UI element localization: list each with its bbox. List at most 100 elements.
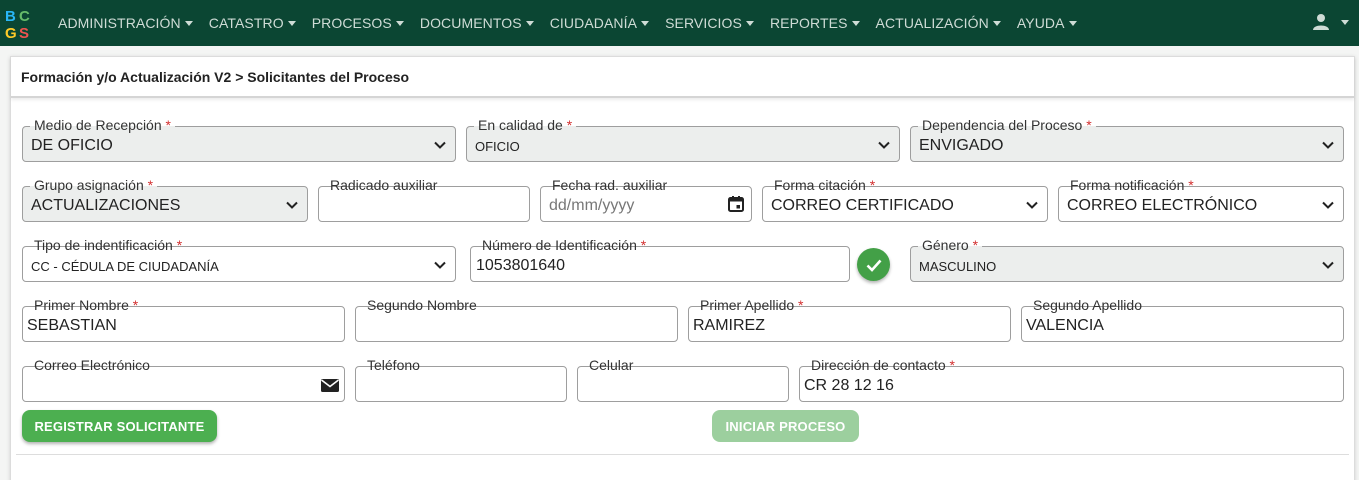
caret-down-icon: [641, 20, 650, 26]
envelope-icon: [321, 379, 339, 392]
field-value: OFICIO: [475, 139, 520, 154]
main-menu: ADMINISTRACIÓN CATASTRO PROCESOS DOCUMEN…: [58, 0, 1093, 46]
breadcrumb: Formación y/o Actualización V2 > Solicit…: [11, 57, 1354, 98]
caret-down-icon: [745, 20, 754, 26]
field-label: Grupo asignación *: [30, 176, 158, 194]
celular-input[interactable]: Celular: [577, 356, 789, 402]
field-value: CORREO CERTIFICADO: [771, 197, 954, 214]
field-label: En calidad de *: [474, 116, 577, 134]
field-value: MASCULINO: [919, 259, 997, 274]
menu-label: AYUDA: [1016, 15, 1065, 31]
caret-down-icon: [525, 20, 534, 26]
caret-down-icon: [1068, 20, 1077, 26]
field-placeholder: dd/mm/yyyy: [549, 197, 635, 214]
field-label: Radicado auxiliar: [326, 176, 442, 194]
menu-label: DOCUMENTOS: [419, 15, 522, 31]
field-value: DE OFICIO: [31, 137, 113, 154]
field-label: Dirección de contacto *: [807, 356, 959, 374]
field-value: CR 28 12 16: [804, 377, 894, 394]
en-calidad-de-select[interactable]: En calidad de * OFICIO: [466, 116, 900, 162]
direccion-input[interactable]: Dirección de contacto * CR 28 12 16: [799, 356, 1344, 402]
segundo-apellido-input[interactable]: Segundo Apellido VALENCIA: [1021, 296, 1344, 342]
menu-label: CATASTRO: [208, 15, 284, 31]
field-label: Fecha rad. auxiliar: [548, 176, 672, 194]
iniciar-proceso-button[interactable]: INICIAR PROCESO: [712, 410, 859, 442]
segundo-nombre-input[interactable]: Segundo Nombre: [355, 296, 678, 342]
field-value: RAMIREZ: [693, 317, 765, 334]
divider: [16, 454, 1349, 455]
fecha-rad-auxiliar-input[interactable]: Fecha rad. auxiliar dd/mm/yyyy: [540, 176, 752, 222]
field-value: 1053801640: [476, 257, 565, 274]
caret-down-icon: [1341, 19, 1349, 25]
menu-label: ADMINISTRACIÓN: [58, 15, 181, 31]
svg-text:C: C: [19, 8, 30, 25]
field-label: Celular: [585, 356, 638, 374]
menu-catastro[interactable]: CATASTRO: [209, 15, 296, 31]
caret-down-icon: [287, 20, 296, 26]
menu-label: CIUDADANÍA: [549, 15, 638, 31]
field-label: Medio de Recepción *: [30, 116, 175, 134]
radicado-auxiliar-input[interactable]: Radicado auxiliar: [318, 176, 530, 222]
top-navbar: B C G S ADMINISTRACIÓN CATASTRO PROCESOS…: [0, 0, 1359, 46]
chevron-down-icon: [877, 138, 891, 152]
numero-identificacion-input[interactable]: Número de Identificación * 1053801640: [470, 236, 850, 282]
field-label: Primer Apellido *: [696, 296, 808, 314]
menu-administracion[interactable]: ADMINISTRACIÓN: [58, 15, 193, 31]
genero-select[interactable]: Género * MASCULINO: [910, 236, 1344, 282]
primer-apellido-input[interactable]: Primer Apellido * RAMIREZ: [688, 296, 1011, 342]
field-label: Teléfono: [363, 356, 424, 374]
menu-actualizacion[interactable]: ACTUALIZACIÓN: [876, 15, 1001, 31]
forma-citacion-select[interactable]: Forma citación * CORREO CERTIFICADO: [762, 176, 1048, 222]
dependencia-select[interactable]: Dependencia del Proceso * ENVIGADO: [910, 116, 1344, 162]
field-value: SEBASTIAN: [27, 317, 117, 334]
svg-text:S: S: [19, 25, 29, 40]
caret-down-icon: [395, 20, 404, 26]
chevron-down-icon: [285, 198, 299, 212]
chevron-down-icon: [433, 258, 447, 272]
user-menu[interactable]: [1311, 12, 1349, 32]
calendar-icon[interactable]: [726, 194, 746, 214]
grupo-asignacion-select[interactable]: Grupo asignación * ACTUALIZACIONES: [22, 176, 308, 222]
field-label: Género *: [918, 236, 983, 254]
field-label: Tipo de indentificación *: [30, 236, 187, 254]
caret-down-icon: [851, 20, 860, 26]
medio-recepcion-select[interactable]: Medio de Recepción * DE OFICIO: [22, 116, 456, 162]
forma-notificacion-select[interactable]: Forma notificación * CORREO ELECTRÓNICO: [1058, 176, 1344, 222]
field-value: ENVIGADO: [919, 137, 1004, 154]
menu-label: ACTUALIZACIÓN: [875, 15, 989, 31]
field-value: CC - CÉDULA DE CIUDADANÍA: [31, 259, 219, 274]
field-value: ACTUALIZACIONES: [31, 197, 181, 214]
field-label: Forma notificación *: [1066, 176, 1198, 194]
menu-label: REPORTES: [769, 15, 848, 31]
menu-procesos[interactable]: PROCESOS: [312, 15, 404, 31]
caret-down-icon: [184, 20, 193, 26]
correo-input[interactable]: Correo Electrónico: [22, 356, 345, 402]
svg-text:G: G: [5, 25, 17, 40]
svg-text:B: B: [5, 8, 16, 25]
caret-down-icon: [992, 20, 1001, 26]
field-label: Primer Nombre *: [30, 296, 143, 314]
field-label: Número de Identificación *: [478, 236, 651, 254]
menu-reportes[interactable]: REPORTES: [770, 15, 860, 31]
menu-label: SERVICIOS: [665, 15, 742, 31]
telefono-input[interactable]: Teléfono: [355, 356, 567, 402]
menu-ciudadania[interactable]: CIUDADANÍA: [549, 15, 650, 31]
field-label: Forma citación *: [770, 176, 880, 194]
chevron-down-icon: [1321, 258, 1335, 272]
tipo-identificacion-select[interactable]: Tipo de indentificación * CC - CÉDULA DE…: [22, 236, 456, 282]
bcgs-logo[interactable]: B C G S: [4, 6, 36, 40]
chevron-down-icon: [1321, 138, 1335, 152]
menu-servicios[interactable]: SERVICIOS: [665, 15, 754, 31]
menu-ayuda[interactable]: AYUDA: [1017, 15, 1077, 31]
chevron-down-icon: [1321, 198, 1335, 212]
chevron-down-icon: [433, 138, 447, 152]
verify-check-button[interactable]: [857, 248, 890, 281]
menu-documentos[interactable]: DOCUMENTOS: [420, 15, 534, 31]
menu-label: PROCESOS: [311, 15, 392, 31]
field-label: Segundo Nombre: [363, 296, 481, 314]
primer-nombre-input[interactable]: Primer Nombre * SEBASTIAN: [22, 296, 345, 342]
field-value: CORREO ELECTRÓNICO: [1067, 197, 1258, 214]
user-icon: [1313, 14, 1329, 30]
field-label: Correo Electrónico: [30, 356, 154, 374]
registrar-solicitante-button[interactable]: REGISTRAR SOLICITANTE: [22, 410, 217, 442]
